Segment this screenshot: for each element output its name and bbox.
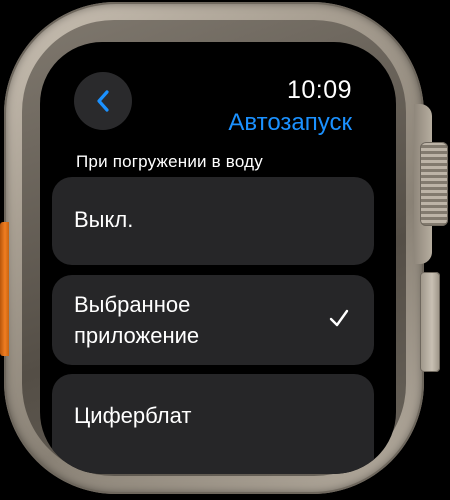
chevron-left-icon xyxy=(95,89,111,113)
action-button[interactable] xyxy=(0,222,9,356)
option-label: Выкл. xyxy=(74,207,134,232)
status-time: 10:09 xyxy=(286,76,352,104)
watch-screen: 10:09 Автозапуск При погружении в воду В… xyxy=(40,42,396,474)
option-off[interactable]: Выкл. xyxy=(52,177,374,265)
section-label: При погружении в воду xyxy=(76,152,263,171)
back-button[interactable] xyxy=(74,72,132,130)
option-selected-app[interactable]: Выбранное приложение xyxy=(52,275,374,365)
checkmark-icon xyxy=(328,307,350,329)
option-watch-face[interactable]: Циферблат xyxy=(52,374,374,474)
option-label: Циферблат xyxy=(74,403,192,428)
watch-device: 10:09 Автозапуск При погружении в воду В… xyxy=(0,0,450,500)
side-button[interactable] xyxy=(420,272,440,372)
digital-crown[interactable] xyxy=(420,142,448,226)
page-title: Автозапуск xyxy=(228,109,352,136)
option-label: Выбранное приложение xyxy=(74,292,200,348)
